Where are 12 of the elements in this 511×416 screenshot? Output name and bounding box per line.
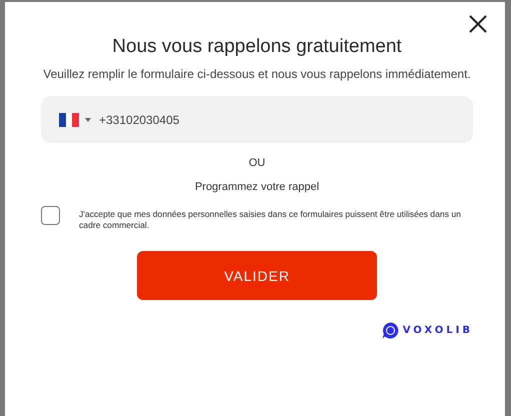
submit-button[interactable]: VALIDER — [137, 251, 377, 300]
close-icon[interactable] — [469, 15, 487, 33]
dialog-subtitle: Veuillez remplir le formulaire ci-dessous et nous vous rappelons immédiatement. — [43, 67, 471, 81]
flag-icon[interactable] — [59, 112, 79, 126]
brand-logo: VOXOLIB — [382, 322, 473, 339]
dialog-title: Nous vous rappelons gratuitement — [112, 36, 402, 58]
phone-field[interactable]: +33102030405 — [99, 112, 299, 126]
caret-icon[interactable] — [85, 118, 91, 122]
schedule-link[interactable]: Programmez votre rappel — [194, 181, 320, 193]
consent-text: J'accepte que mes données personnelles saisies dans ce formulaires puissent être utilisées dans un cadre commercial. — [79, 209, 462, 231]
separator-text: OU — [248, 157, 266, 169]
consent-checkbox[interactable] — [41, 206, 60, 225]
